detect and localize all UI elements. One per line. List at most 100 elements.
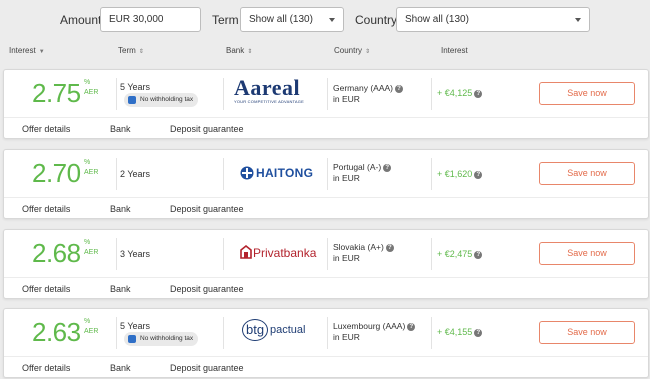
rate-aer: AER: [84, 169, 99, 176]
interest-amount: + €4,155?: [437, 327, 483, 337]
bank-logo-btg-pactual: btg pactual: [234, 319, 314, 349]
privatbanka-emblem-icon: [240, 245, 252, 259]
divider: [223, 238, 224, 270]
card-divider: [4, 197, 648, 198]
term-value: 5 Years: [120, 321, 151, 331]
help-icon[interactable]: ?: [474, 328, 483, 337]
bank-logo-aareal: Aareal YOUR COMPETITIVE ADVANTAGE: [234, 75, 314, 108]
sort-icon: ⇕: [365, 49, 371, 55]
term-select[interactable]: Show all (130): [240, 7, 344, 32]
country-select-value: Show all (130): [405, 14, 469, 25]
country-info: Slovakia (A+)? in EUR: [333, 242, 394, 264]
divider: [223, 78, 224, 110]
offer-card: 2.68 % AER 3 Years Privatbanka Slovakia …: [3, 229, 649, 299]
rate-aer: AER: [84, 249, 99, 256]
term-value: 3 Years: [120, 249, 151, 259]
help-icon[interactable]: ?: [474, 250, 483, 259]
rate-percent: %: [84, 159, 91, 166]
help-icon[interactable]: ?: [474, 89, 483, 98]
bank-logo-text: pactual: [270, 324, 306, 336]
term-value: 5 Years: [120, 82, 151, 92]
interest-amount: + €2,475?: [437, 249, 483, 259]
chevron-down-icon: [329, 18, 335, 22]
offer-details-link[interactable]: Offer details: [22, 363, 70, 373]
save-now-button[interactable]: Save now: [539, 242, 635, 265]
help-icon[interactable]: ?: [385, 243, 394, 252]
tax-badge: No withholding tax: [124, 332, 199, 346]
sort-icon: ⇕: [138, 49, 144, 55]
divider: [327, 317, 328, 349]
card-divider: [4, 356, 648, 357]
divider: [431, 78, 432, 110]
country-label: Country: [355, 13, 398, 27]
bank-logo-haitong: HAITONG: [234, 164, 314, 194]
column-header-interest[interactable]: Interest ▼: [9, 46, 45, 55]
divider: [431, 238, 432, 270]
sort-icon: ⇕: [247, 49, 253, 55]
bank-logo-text: btg: [246, 322, 265, 337]
deposit-guarantee-link[interactable]: Deposit guarantee: [170, 204, 244, 214]
bank-logo-text: Aareal: [234, 75, 301, 100]
amount-label: Amount: [60, 13, 102, 27]
column-header-term[interactable]: Term ⇕: [118, 46, 144, 55]
bank-tagline: YOUR COMPETITIVE ADVANTAGE: [234, 99, 304, 104]
country-info: Portugal (A-)? in EUR: [333, 162, 392, 184]
amount-input[interactable]: EUR 30,000: [100, 7, 201, 32]
term-select-value: Show all (130): [249, 14, 313, 25]
bank-link[interactable]: Bank: [110, 204, 131, 214]
divider: [223, 317, 224, 349]
rate-value: 2.63: [32, 317, 81, 347]
rate-aer: AER: [84, 89, 99, 96]
bank-link[interactable]: Bank: [110, 284, 131, 294]
divider: [431, 158, 432, 190]
divider: [431, 317, 432, 349]
column-header-interest-amount: Interest: [441, 46, 468, 55]
offer-details-link[interactable]: Offer details: [22, 204, 70, 214]
offer-details-link[interactable]: Offer details: [22, 124, 70, 134]
divider: [116, 238, 117, 270]
offer-details-link[interactable]: Offer details: [22, 284, 70, 294]
country-info: Luxembourg (AAA)? in EUR: [333, 321, 416, 343]
divider: [327, 238, 328, 270]
chevron-down-icon: [575, 18, 581, 22]
divider: [116, 158, 117, 190]
divider: [223, 158, 224, 190]
deposit-guarantee-link[interactable]: Deposit guarantee: [170, 124, 244, 134]
save-now-button[interactable]: Save now: [539, 162, 635, 185]
interest-amount: + €4,125?: [437, 88, 483, 98]
deposit-guarantee-link[interactable]: Deposit guarantee: [170, 363, 244, 373]
help-icon[interactable]: ?: [474, 170, 483, 179]
card-divider: [4, 277, 648, 278]
sort-desc-icon: ▼: [38, 49, 45, 55]
column-header-country[interactable]: Country ⇕: [334, 46, 370, 55]
document-icon: [128, 96, 136, 104]
bank-logo-text: Privatbanka: [253, 246, 317, 260]
divider: [116, 317, 117, 349]
column-header-bank[interactable]: Bank ⇕: [226, 46, 252, 55]
bank-link[interactable]: Bank: [110, 363, 131, 373]
rate-percent: %: [84, 79, 91, 86]
term-value: 2 Years: [120, 169, 151, 179]
offer-card: 2.70 % AER 2 Years HAITONG Portugal (A-)…: [3, 149, 649, 219]
tax-badge: No withholding tax: [124, 93, 199, 107]
rate-value: 2.68: [32, 238, 81, 268]
divider: [327, 78, 328, 110]
document-icon: [128, 335, 136, 343]
offer-card: 2.75 % AER 5 Years No withholding tax Aa…: [3, 69, 649, 139]
card-divider: [4, 117, 648, 118]
bank-logo-privatbanka: Privatbanka: [234, 244, 317, 274]
divider: [327, 158, 328, 190]
help-icon[interactable]: ?: [395, 84, 403, 93]
term-label: Term: [212, 13, 239, 27]
country-select[interactable]: Show all (130): [396, 7, 590, 32]
help-icon[interactable]: ?: [407, 322, 416, 331]
bank-logo-text: HAITONG: [256, 166, 314, 180]
deposit-guarantee-link[interactable]: Deposit guarantee: [170, 284, 244, 294]
save-now-button[interactable]: Save now: [539, 82, 635, 105]
bank-link[interactable]: Bank: [110, 124, 131, 134]
help-icon[interactable]: ?: [383, 163, 392, 172]
interest-amount: + €1,620?: [437, 169, 483, 179]
divider: [116, 78, 117, 110]
save-now-button[interactable]: Save now: [539, 321, 635, 344]
haitong-emblem-icon: [240, 166, 254, 180]
